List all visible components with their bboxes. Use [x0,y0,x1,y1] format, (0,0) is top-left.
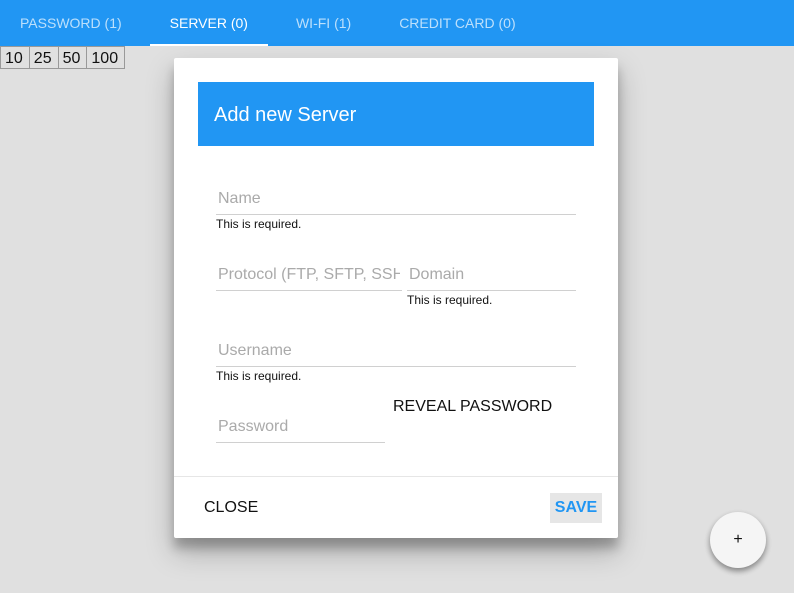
page-size-100-button[interactable]: 100 [86,46,126,69]
domain-field-wrapper [407,262,576,291]
username-error: This is required. [216,369,302,383]
tab-bar: PASSWORD (1) SERVER (0) WI-FI (1) CREDIT… [0,0,794,46]
protocol-field-wrapper [216,262,402,291]
username-field-wrapper [216,338,576,367]
dialog-title: Add new Server [198,82,594,146]
save-button[interactable]: SAVE [550,493,602,523]
name-error: This is required. [216,217,302,231]
tab-credit-card[interactable]: CREDIT CARD (0) [379,0,535,46]
tab-server[interactable]: SERVER (0) [149,0,269,46]
tab-password[interactable]: PASSWORD (1) [0,0,142,46]
password-field-wrapper [216,414,385,443]
domain-input[interactable] [407,262,576,291]
tab-spacer [371,0,379,46]
add-server-dialog: Add new Server This is required. This is… [174,58,618,538]
add-fab-button[interactable]: + [710,512,766,568]
tab-spacer [142,0,150,46]
password-input[interactable] [216,414,385,443]
close-button[interactable]: CLOSE [196,493,266,523]
name-input[interactable] [216,186,576,215]
page-size-selector: 10 25 50 100 [0,46,126,69]
dialog-actions: CLOSE SAVE [174,476,618,538]
protocol-input[interactable] [216,262,402,291]
tab-wifi[interactable]: WI-FI (1) [276,0,371,46]
name-field-wrapper [216,186,576,215]
username-input[interactable] [216,338,576,367]
page-size-10-button[interactable]: 10 [0,46,30,69]
tab-spacer [268,0,276,46]
page-size-25-button[interactable]: 25 [28,46,59,69]
domain-error: This is required. [407,293,493,307]
reveal-password-button[interactable]: REVEAL PASSWORD [393,398,552,416]
page-size-50-button[interactable]: 50 [57,46,88,69]
